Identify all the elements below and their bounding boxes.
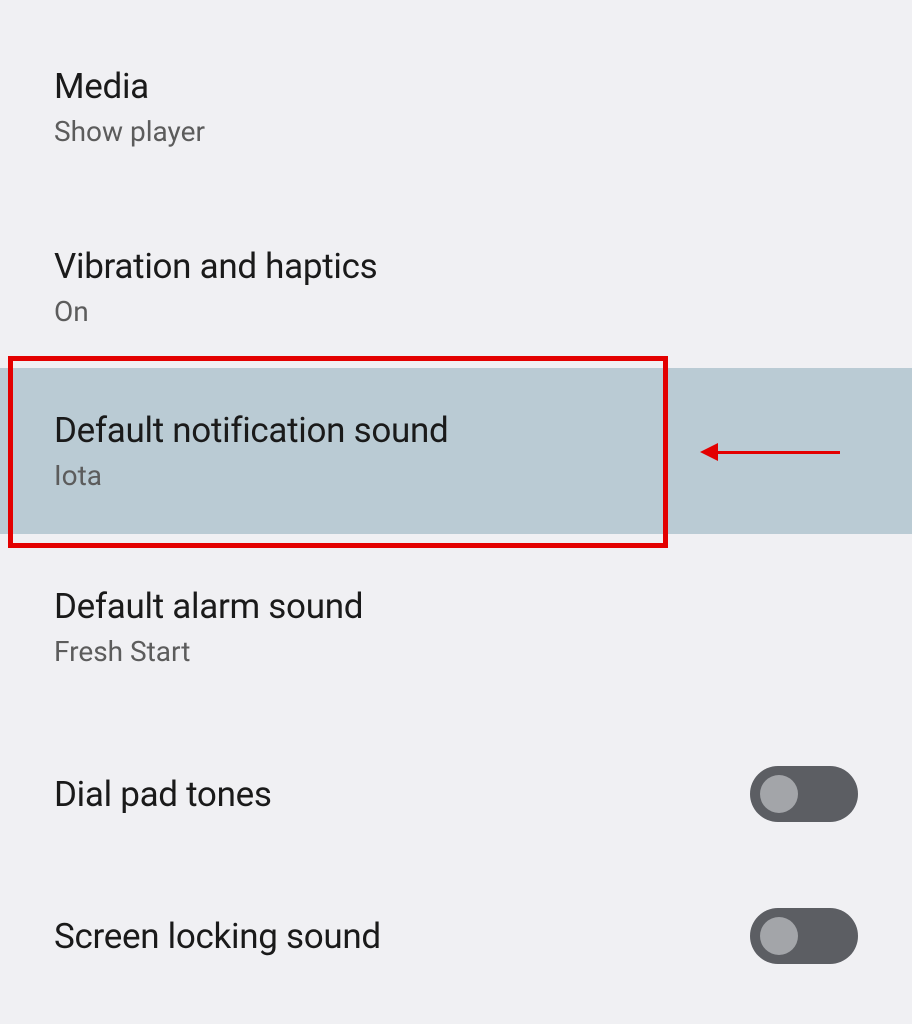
setting-text: Default notification sound Iota	[54, 410, 448, 492]
setting-title: Screen locking sound	[54, 916, 381, 957]
setting-item-default-notification-sound[interactable]: Default notification sound Iota	[0, 368, 912, 534]
dial-pad-toggle[interactable]	[750, 766, 858, 822]
setting-item-default-alarm-sound[interactable]: Default alarm sound Fresh Start	[0, 534, 912, 710]
setting-text: Screen locking sound	[54, 916, 381, 957]
toggle-thumb	[760, 775, 798, 813]
setting-subtitle: On	[54, 295, 377, 328]
setting-title: Vibration and haptics	[54, 246, 377, 287]
setting-item-screen-locking-sound[interactable]: Screen locking sound	[0, 852, 912, 994]
setting-subtitle: Show player	[54, 115, 205, 148]
setting-subtitle: Fresh Start	[54, 635, 363, 668]
setting-text: Media Show player	[54, 66, 205, 148]
settings-list: Media Show player Vibration and haptics …	[0, 0, 912, 994]
toggle-thumb	[760, 917, 798, 955]
setting-item-vibration[interactable]: Vibration and haptics On	[0, 196, 912, 368]
setting-text: Vibration and haptics On	[54, 246, 377, 328]
screen-lock-toggle[interactable]	[750, 908, 858, 964]
setting-item-media[interactable]: Media Show player	[0, 30, 912, 196]
setting-title: Media	[54, 66, 205, 107]
setting-text: Dial pad tones	[54, 774, 272, 815]
setting-item-dial-pad-tones[interactable]: Dial pad tones	[0, 710, 912, 852]
setting-title: Default notification sound	[54, 410, 448, 451]
setting-text: Default alarm sound Fresh Start	[54, 586, 363, 668]
setting-title: Default alarm sound	[54, 586, 363, 627]
setting-subtitle: Iota	[54, 459, 448, 492]
setting-title: Dial pad tones	[54, 774, 272, 815]
